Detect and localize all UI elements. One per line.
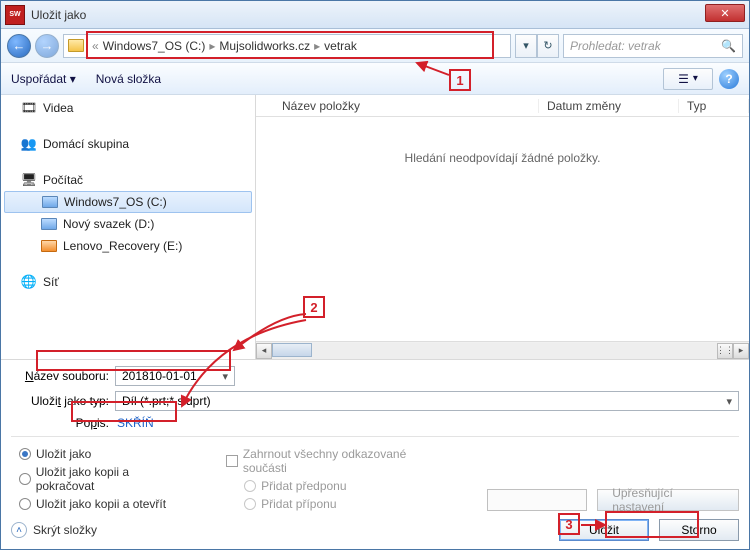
refresh-button[interactable]: ↻	[537, 34, 559, 58]
filename-label: Název souboru:	[11, 369, 115, 383]
drive-icon	[42, 196, 58, 208]
sidebar-item-computer[interactable]: 🖥 Počítač	[1, 169, 255, 191]
hide-folders-button[interactable]: ˄ Skrýt složky	[11, 522, 97, 538]
prefix-input	[487, 489, 587, 511]
sidebar-item-videos[interactable]: 🎞 Videa	[1, 97, 255, 119]
chevron-icon: «	[92, 39, 99, 53]
video-icon: 🎞	[21, 100, 37, 116]
radio-save-as[interactable]: Uložit jako	[19, 447, 186, 461]
drive-icon	[41, 218, 57, 230]
list-icon: ☰	[678, 72, 689, 86]
view-mode-button[interactable]: ☰▾	[663, 68, 713, 90]
computer-icon: 🖥	[21, 172, 37, 188]
organize-button[interactable]: Uspořádat ▾	[11, 72, 76, 86]
toolbar: Uspořádat ▾ Nová složka ☰▾ ?	[1, 63, 749, 95]
drive-icon	[41, 240, 57, 252]
save-button[interactable]: Uložit	[559, 519, 649, 541]
lower-panel: Název souboru: 201810-01-01 Uložit jako …	[1, 359, 749, 549]
chevron-right-icon: ▸	[209, 39, 215, 53]
list-header: Název položky Datum změny Typ	[256, 95, 749, 117]
chevron-right-icon: ▸	[314, 39, 320, 53]
history-dropdown[interactable]: ▾	[515, 34, 537, 58]
arrow-right-icon: →	[41, 38, 54, 53]
scroll-thumb[interactable]	[272, 343, 312, 357]
radio-add-suffix: Přidat příponu	[226, 497, 447, 511]
col-name[interactable]: Název položky	[274, 99, 539, 113]
new-folder-button[interactable]: Nová složka	[96, 72, 161, 86]
file-list: Název položky Datum změny Typ Hledání ne…	[256, 95, 749, 359]
arrow-left-icon: ←	[13, 38, 26, 53]
titlebar: SW Uložit jako ✕	[1, 1, 749, 29]
popis-label: Popis:	[11, 416, 115, 430]
sidebar-drive-e[interactable]: Lenovo_Recovery (E:)	[1, 235, 255, 257]
search-icon: 🔍	[721, 39, 736, 53]
help-button[interactable]: ?	[719, 69, 739, 89]
forward-button[interactable]: →	[35, 34, 59, 58]
save-as-dialog: SW Uložit jako ✕ ← → « Windows7_OS (C:) …	[0, 0, 750, 550]
search-input[interactable]: Prohledat: vetrak 🔍	[563, 34, 743, 58]
popis-input[interactable]: SKŘÍŇ	[115, 416, 154, 430]
radio-save-copy-continue[interactable]: Uložit jako kopii a pokračovat	[19, 465, 186, 493]
address-bar[interactable]: « Windows7_OS (C:) ▸ Mujsolidworks.cz ▸ …	[63, 34, 511, 58]
filetype-select[interactable]: Díl (*.prt;*.sldprt)	[115, 391, 739, 411]
advanced-settings-button: Upřesňující nastavení	[597, 489, 739, 511]
homegroup-icon: 👥	[21, 136, 37, 152]
chevron-up-icon: ˄	[11, 522, 27, 538]
grip-icon: ⋮⋮	[717, 343, 733, 359]
check-include-refs: Zahrnout všechny odkazované součásti	[226, 447, 447, 475]
breadcrumb[interactable]: Windows7_OS (C:)	[103, 39, 206, 53]
nav-row: ← → « Windows7_OS (C:) ▸ Mujsolidworks.c…	[1, 29, 749, 63]
app-icon: SW	[5, 5, 25, 25]
refresh-icon: ↻	[543, 39, 552, 52]
close-button[interactable]: ✕	[705, 4, 745, 22]
back-button[interactable]: ←	[7, 34, 31, 58]
sidebar-item-homegroup[interactable]: 👥 Domácí skupina	[1, 133, 255, 155]
col-type[interactable]: Typ	[679, 99, 749, 113]
filename-input[interactable]: 201810-01-01	[115, 366, 235, 386]
network-icon: 🌐	[21, 274, 37, 290]
scroll-right-icon[interactable]: ▸	[733, 343, 749, 359]
breadcrumb[interactable]: vetrak	[324, 39, 357, 53]
radio-save-copy-open[interactable]: Uložit jako kopii a otevřít	[19, 497, 186, 511]
scroll-left-icon[interactable]: ◂	[256, 343, 272, 359]
cancel-button[interactable]: Storno	[659, 519, 739, 541]
sidebar: 🎞 Videa 👥 Domácí skupina 🖥 Počítač Windo…	[1, 95, 256, 359]
folder-icon	[68, 39, 84, 52]
breadcrumb[interactable]: Mujsolidworks.cz	[219, 39, 310, 53]
sidebar-item-network[interactable]: 🌐 Síť	[1, 271, 255, 293]
search-placeholder: Prohledat: vetrak	[570, 39, 661, 53]
close-icon: ✕	[720, 7, 729, 20]
sidebar-drive-c[interactable]: Windows7_OS (C:)	[4, 191, 252, 213]
hscrollbar[interactable]: ◂ ⋮⋮ ▸	[256, 341, 749, 359]
sidebar-drive-d[interactable]: Nový svazek (D:)	[1, 213, 255, 235]
window-title: Uložit jako	[31, 8, 86, 22]
col-date[interactable]: Datum změny	[539, 99, 679, 113]
empty-message: Hledání neodpovídají žádné položky.	[256, 151, 749, 165]
radio-add-prefix: Přidat předponu	[226, 479, 447, 493]
filetype-label: Uložit jako typ:	[11, 394, 115, 408]
